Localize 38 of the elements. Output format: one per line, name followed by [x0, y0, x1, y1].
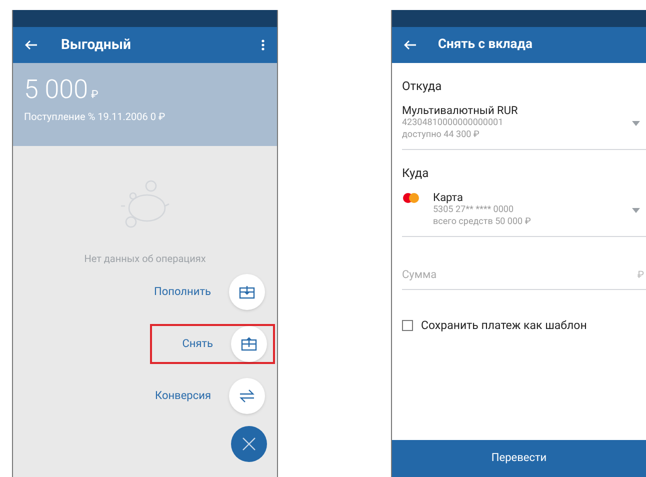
section-label: Откуда: [402, 78, 443, 95]
currency-sign: ₽: [637, 268, 644, 283]
available-amount: доступно 44 300 ₽: [402, 129, 480, 141]
screen-title: Выгодный: [61, 36, 132, 54]
action-button[interactable]: [229, 274, 265, 310]
close-fab[interactable]: [231, 426, 267, 462]
action-label[interactable]: Пополнить: [154, 284, 211, 300]
card-logo-icon: [402, 193, 420, 204]
transfer-button[interactable]: Перевести: [392, 440, 646, 477]
currency-sign: ₽: [91, 87, 98, 103]
close-icon: [242, 437, 256, 451]
wallet-up-icon: [241, 337, 257, 351]
card-name: Карта: [433, 192, 464, 204]
action-button[interactable]: [229, 378, 265, 414]
source-account-select[interactable]: Мультивалютный RUR 42304810000000000001 доступно 44 300 ₽: [402, 105, 646, 150]
dropdown-caret-icon: [632, 120, 640, 126]
empty-state-message: Нет данных об операциях: [84, 253, 206, 267]
card-number: 5305 27** **** 0000: [433, 204, 515, 216]
action-label[interactable]: Снять: [182, 336, 213, 352]
target-card-select[interactable]: Карта 5305 27** **** 0000 всего средств 50 000 ₽: [402, 192, 646, 237]
action-label[interactable]: Конверсия: [155, 388, 211, 404]
action-button[interactable]: [231, 326, 267, 362]
checkbox[interactable]: [402, 320, 413, 331]
back-arrow-icon[interactable]: [25, 40, 37, 50]
interest-note: Поступление % 19.11.2006 0 ₽: [24, 110, 166, 124]
balance-amount: 5 000: [24, 77, 88, 103]
dropdown-caret-icon: [632, 208, 640, 212]
swap-arrows-icon: [238, 388, 256, 404]
more-menu-icon[interactable]: [261, 39, 265, 51]
wallet-down-icon: [239, 285, 255, 299]
account-number: 42304810000000000001: [402, 117, 504, 129]
amount-input[interactable]: Сумма: [402, 267, 638, 284]
account-name: Мультивалютный RUR: [402, 105, 519, 117]
section-label: Куда: [402, 165, 430, 182]
back-arrow-icon[interactable]: [404, 40, 416, 50]
checkbox-label: Сохранить платеж как шаблон: [421, 316, 587, 334]
card-balance: всего средств 50 000 ₽: [433, 216, 532, 228]
screen-title: Снять с вклада: [438, 36, 532, 54]
